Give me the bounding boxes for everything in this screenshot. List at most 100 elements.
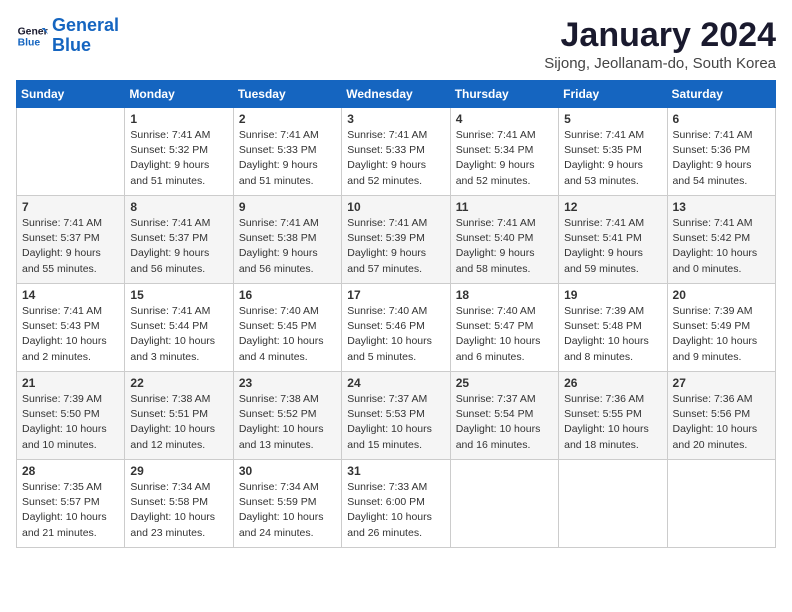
week-row-4: 21Sunrise: 7:39 AM Sunset: 5:50 PM Dayli… bbox=[17, 372, 776, 460]
calendar-header-row: SundayMondayTuesdayWednesdayThursdayFrid… bbox=[17, 81, 776, 108]
cell-content: Sunrise: 7:41 AM Sunset: 5:33 PM Dayligh… bbox=[239, 128, 336, 189]
calendar-cell: 22Sunrise: 7:38 AM Sunset: 5:51 PM Dayli… bbox=[125, 372, 233, 460]
day-number: 17 bbox=[347, 288, 444, 302]
calendar-cell: 25 Sunrise: 7:37 AM Sunset: 5:54 PM Dayli… bbox=[450, 372, 558, 460]
cell-content: Sunrise: 7:41 AM Sunset: 5:38 PM Dayligh… bbox=[239, 216, 336, 277]
calendar-cell: 26 Sunrise: 7:36 AM Sunset: 5:55 PM Dayli… bbox=[559, 372, 667, 460]
calendar-cell: 3 Sunrise: 7:41 AM Sunset: 5:33 PM Daylig… bbox=[342, 108, 450, 196]
day-number: 12 bbox=[564, 200, 661, 214]
cell-content: Sunrise: 7:41 AM Sunset: 5:34 PM Dayligh… bbox=[456, 128, 553, 189]
day-number: 31 bbox=[347, 464, 444, 478]
calendar-cell: 20Sunrise: 7:39 AM Sunset: 5:49 PM Dayli… bbox=[667, 284, 775, 372]
cell-content: Sunrise: 7:41 AM Sunset: 5:37 PM Dayligh… bbox=[130, 216, 227, 277]
day-number: 2 bbox=[239, 112, 336, 126]
day-number: 10 bbox=[347, 200, 444, 214]
calendar-cell: 10 Sunrise: 7:41 AM Sunset: 5:39 PM Dayli… bbox=[342, 196, 450, 284]
header-sunday: Sunday bbox=[17, 81, 125, 108]
svg-text:Blue: Blue bbox=[18, 37, 41, 48]
cell-content: Sunrise: 7:40 AM Sunset: 5:47 PM Dayligh… bbox=[456, 304, 553, 365]
calendar-cell: 30 Sunrise: 7:34 AM Sunset: 5:59 PM Dayli… bbox=[233, 460, 341, 548]
cell-content: Sunrise: 7:41 AM Sunset: 5:43 PM Dayligh… bbox=[22, 304, 119, 365]
cell-content: Sunrise: 7:39 AM Sunset: 5:50 PM Dayligh… bbox=[22, 392, 119, 453]
calendar-cell bbox=[450, 460, 558, 548]
calendar-cell bbox=[667, 460, 775, 548]
cell-content: Sunrise: 7:38 AM Sunset: 5:51 PM Dayligh… bbox=[130, 392, 227, 453]
day-number: 3 bbox=[347, 112, 444, 126]
cell-content: Sunrise: 7:37 AM Sunset: 5:54 PM Dayligh… bbox=[456, 392, 553, 453]
day-number: 8 bbox=[130, 200, 227, 214]
calendar-table: SundayMondayTuesdayWednesdayThursdayFrid… bbox=[16, 80, 776, 548]
calendar-cell: 9 Sunrise: 7:41 AM Sunset: 5:38 PM Daylig… bbox=[233, 196, 341, 284]
calendar-cell: 21Sunrise: 7:39 AM Sunset: 5:50 PM Dayli… bbox=[17, 372, 125, 460]
cell-content: Sunrise: 7:35 AM Sunset: 5:57 PM Dayligh… bbox=[22, 480, 119, 541]
day-number: 11 bbox=[456, 200, 553, 214]
calendar-body: 1 Sunrise: 7:41 AM Sunset: 5:32 PM Daylig… bbox=[17, 108, 776, 548]
calendar-cell: 16 Sunrise: 7:40 AM Sunset: 5:45 PM Dayli… bbox=[233, 284, 341, 372]
header-thursday: Thursday bbox=[450, 81, 558, 108]
day-number: 16 bbox=[239, 288, 336, 302]
page-header: General Blue General Blue January 2024 S… bbox=[16, 16, 776, 72]
cell-content: Sunrise: 7:40 AM Sunset: 5:45 PM Dayligh… bbox=[239, 304, 336, 365]
calendar-cell: 29 Sunrise: 7:34 AM Sunset: 5:58 PM Dayli… bbox=[125, 460, 233, 548]
day-number: 29 bbox=[130, 464, 227, 478]
cell-content: Sunrise: 7:41 AM Sunset: 5:37 PM Dayligh… bbox=[22, 216, 119, 277]
calendar-cell: 17 Sunrise: 7:40 AM Sunset: 5:46 PM Dayli… bbox=[342, 284, 450, 372]
day-number: 19 bbox=[564, 288, 661, 302]
header-monday: Monday bbox=[125, 81, 233, 108]
cell-content: Sunrise: 7:41 AM Sunset: 5:32 PM Dayligh… bbox=[130, 128, 227, 189]
cell-content: Sunrise: 7:41 AM Sunset: 5:36 PM Dayligh… bbox=[673, 128, 770, 189]
header-tuesday: Tuesday bbox=[233, 81, 341, 108]
day-number: 30 bbox=[239, 464, 336, 478]
cell-content: Sunrise: 7:34 AM Sunset: 5:58 PM Dayligh… bbox=[130, 480, 227, 541]
calendar-cell: 12 Sunrise: 7:41 AM Sunset: 5:41 PM Dayli… bbox=[559, 196, 667, 284]
day-number: 15 bbox=[130, 288, 227, 302]
day-number: 14 bbox=[22, 288, 119, 302]
calendar-cell: 15Sunrise: 7:41 AM Sunset: 5:44 PM Dayli… bbox=[125, 284, 233, 372]
cell-content: Sunrise: 7:39 AM Sunset: 5:49 PM Dayligh… bbox=[673, 304, 770, 365]
cell-content: Sunrise: 7:40 AM Sunset: 5:46 PM Dayligh… bbox=[347, 304, 444, 365]
calendar-cell: 5 Sunrise: 7:41 AM Sunset: 5:35 PM Daylig… bbox=[559, 108, 667, 196]
cell-content: Sunrise: 7:36 AM Sunset: 5:55 PM Dayligh… bbox=[564, 392, 661, 453]
cell-content: Sunrise: 7:41 AM Sunset: 5:33 PM Dayligh… bbox=[347, 128, 444, 189]
logo-icon: General Blue bbox=[16, 20, 48, 52]
week-row-5: 28Sunrise: 7:35 AM Sunset: 5:57 PM Dayli… bbox=[17, 460, 776, 548]
day-number: 24 bbox=[347, 376, 444, 390]
day-number: 26 bbox=[564, 376, 661, 390]
cell-content: Sunrise: 7:38 AM Sunset: 5:52 PM Dayligh… bbox=[239, 392, 336, 453]
day-number: 5 bbox=[564, 112, 661, 126]
calendar-cell: 1 Sunrise: 7:41 AM Sunset: 5:32 PM Daylig… bbox=[125, 108, 233, 196]
calendar-cell: 4Sunrise: 7:41 AM Sunset: 5:34 PM Daylig… bbox=[450, 108, 558, 196]
day-number: 18 bbox=[456, 288, 553, 302]
week-row-3: 14 Sunrise: 7:41 AM Sunset: 5:43 PM Dayli… bbox=[17, 284, 776, 372]
calendar-cell: 24Sunrise: 7:37 AM Sunset: 5:53 PM Dayli… bbox=[342, 372, 450, 460]
day-number: 13 bbox=[673, 200, 770, 214]
day-number: 1 bbox=[130, 112, 227, 126]
day-number: 25 bbox=[456, 376, 553, 390]
cell-content: Sunrise: 7:41 AM Sunset: 5:41 PM Dayligh… bbox=[564, 216, 661, 277]
subtitle: Sijong, Jeollanam-do, South Korea bbox=[544, 55, 776, 72]
logo: General Blue General Blue bbox=[16, 16, 119, 56]
calendar-cell: 8 Sunrise: 7:41 AM Sunset: 5:37 PM Daylig… bbox=[125, 196, 233, 284]
cell-content: Sunrise: 7:41 AM Sunset: 5:42 PM Dayligh… bbox=[673, 216, 770, 277]
cell-content: Sunrise: 7:41 AM Sunset: 5:40 PM Dayligh… bbox=[456, 216, 553, 277]
cell-content: Sunrise: 7:33 AM Sunset: 6:00 PM Dayligh… bbox=[347, 480, 444, 541]
cell-content: Sunrise: 7:39 AM Sunset: 5:48 PM Dayligh… bbox=[564, 304, 661, 365]
calendar-cell: 18 Sunrise: 7:40 AM Sunset: 5:47 PM Dayli… bbox=[450, 284, 558, 372]
header-saturday: Saturday bbox=[667, 81, 775, 108]
title-block: January 2024 Sijong, Jeollanam-do, South… bbox=[544, 16, 776, 72]
calendar-cell: 23 Sunrise: 7:38 AM Sunset: 5:52 PM Dayli… bbox=[233, 372, 341, 460]
calendar-cell: 19 Sunrise: 7:39 AM Sunset: 5:48 PM Dayli… bbox=[559, 284, 667, 372]
calendar-cell: 11 Sunrise: 7:41 AM Sunset: 5:40 PM Dayli… bbox=[450, 196, 558, 284]
calendar-cell: 2 Sunrise: 7:41 AM Sunset: 5:33 PM Daylig… bbox=[233, 108, 341, 196]
calendar-cell bbox=[559, 460, 667, 548]
cell-content: Sunrise: 7:41 AM Sunset: 5:35 PM Dayligh… bbox=[564, 128, 661, 189]
day-number: 9 bbox=[239, 200, 336, 214]
calendar-cell: 28Sunrise: 7:35 AM Sunset: 5:57 PM Dayli… bbox=[17, 460, 125, 548]
calendar-cell: 13 Sunrise: 7:41 AM Sunset: 5:42 PM Dayli… bbox=[667, 196, 775, 284]
header-friday: Friday bbox=[559, 81, 667, 108]
cell-content: Sunrise: 7:34 AM Sunset: 5:59 PM Dayligh… bbox=[239, 480, 336, 541]
cell-content: Sunrise: 7:41 AM Sunset: 5:39 PM Dayligh… bbox=[347, 216, 444, 277]
calendar-cell: 31 Sunrise: 7:33 AM Sunset: 6:00 PM Dayli… bbox=[342, 460, 450, 548]
day-number: 7 bbox=[22, 200, 119, 214]
day-number: 23 bbox=[239, 376, 336, 390]
